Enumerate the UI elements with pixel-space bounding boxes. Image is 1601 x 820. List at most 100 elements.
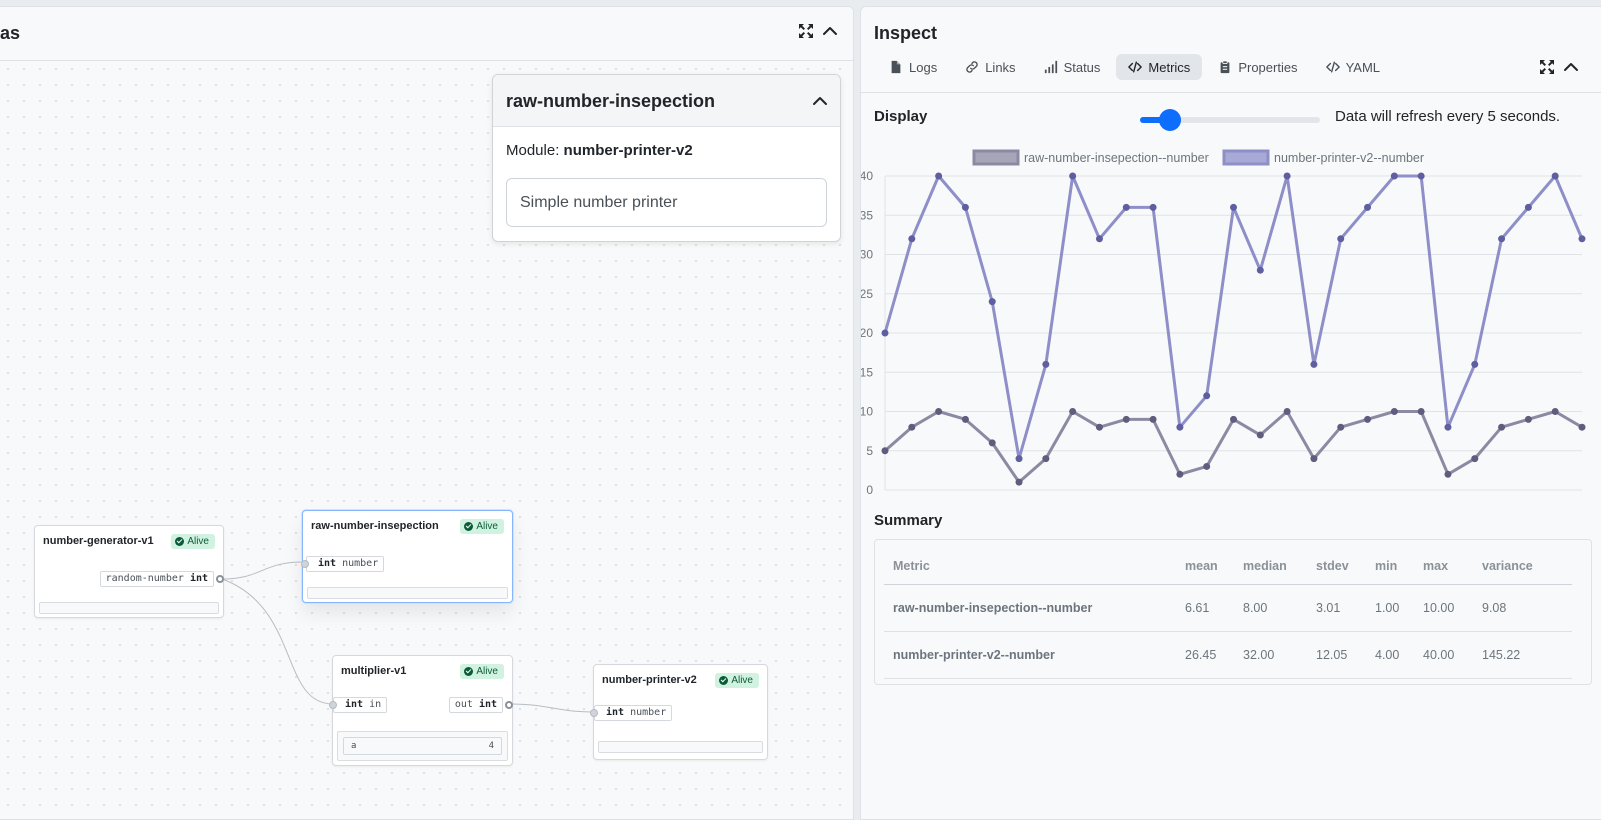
data-point — [935, 172, 943, 180]
status-label: Alive — [731, 675, 753, 686]
port-type: int — [478, 699, 497, 710]
check-circle-icon — [464, 667, 474, 676]
tab-logs[interactable]: Logs — [877, 54, 949, 80]
data-point — [1283, 408, 1291, 415]
metric-name: number-printer-v2--number — [884, 631, 1176, 679]
input-handle[interactable] — [329, 701, 337, 709]
node-footer — [598, 741, 763, 753]
table-cell: 145.22 — [1473, 631, 1572, 679]
check-circle-icon — [719, 676, 729, 685]
link-icon — [966, 61, 978, 73]
popup-module: Module: number-printer-v2 — [506, 142, 693, 159]
status-label: Alive — [187, 536, 209, 547]
module-name: number-printer-v2 — [563, 142, 693, 159]
table-row: raw-number-insepection--number 6.61 8.00… — [884, 584, 1572, 632]
chevron-up-icon[interactable] — [822, 23, 838, 39]
data-point — [1417, 172, 1425, 180]
y-tick-label: 0 — [866, 483, 873, 497]
input-port-number[interactable]: int number — [594, 705, 673, 721]
table-cell: 9.08 — [1473, 584, 1572, 632]
data-point — [1524, 203, 1532, 211]
input-port-number[interactable]: int number — [306, 556, 385, 572]
node-multiplier[interactable]: multiplier-v1 Alive int in out int a4 — [329, 655, 513, 766]
param-field-a[interactable]: a4 — [343, 737, 502, 755]
popup-title: raw-number-insepection — [506, 91, 716, 111]
input-port-in[interactable]: int in — [333, 697, 388, 713]
chevron-up-icon[interactable] — [1563, 59, 1579, 75]
data-point — [1471, 360, 1479, 368]
data-point — [1256, 266, 1264, 274]
port-type: int — [318, 558, 337, 569]
data-point — [1337, 235, 1345, 243]
input-handle[interactable] — [301, 560, 309, 568]
status-badge: Alive — [171, 534, 215, 549]
data-point — [988, 298, 996, 306]
popup-header: raw-number-insepection — [493, 75, 840, 127]
column-header: variance — [1473, 548, 1572, 585]
data-point — [1498, 235, 1506, 243]
data-point — [1283, 172, 1291, 180]
data-point — [961, 203, 969, 211]
expand-icon[interactable] — [798, 23, 814, 39]
data-point — [1122, 415, 1130, 423]
summary-box: Metric mean median stdev min max varianc… — [874, 539, 1592, 685]
data-point — [881, 447, 889, 455]
refresh-text: Data will refresh every 5 seconds. — [1335, 108, 1561, 125]
output-port-random-number[interactable]: random-number int — [99, 571, 214, 587]
data-point — [1471, 455, 1479, 463]
output-handle[interactable] — [216, 575, 224, 583]
data-point — [1364, 415, 1372, 423]
output-handle[interactable] — [505, 701, 513, 709]
data-point — [1230, 203, 1237, 211]
tab-metrics[interactable]: Metrics — [1116, 54, 1203, 80]
table-cell: 32.00 — [1234, 631, 1307, 679]
expand-icon[interactable] — [1539, 59, 1555, 75]
tab-properties[interactable]: Properties — [1206, 54, 1309, 80]
description-field[interactable] — [506, 178, 827, 227]
data-point — [1069, 408, 1077, 415]
tab-yaml[interactable]: YAML — [1314, 54, 1392, 80]
node-title: number-printer-v2 — [602, 674, 697, 686]
data-point — [1364, 203, 1372, 211]
canvas-header: vas — [0, 7, 853, 61]
data-point — [961, 415, 969, 423]
check-circle-icon — [175, 537, 185, 546]
node-raw-number-insepection[interactable]: raw-number-insepection Alive int number — [301, 510, 513, 603]
refresh-interval-slider[interactable] — [1140, 109, 1320, 131]
node-details-popup: raw-number-insepection Module: number-pr… — [492, 74, 841, 242]
chevron-up-icon[interactable] — [812, 93, 828, 109]
canvas-title: vas — [0, 23, 21, 43]
data-point — [988, 439, 996, 447]
tab-label: Properties — [1238, 59, 1298, 75]
y-tick-label: 5 — [866, 444, 873, 458]
node-number-printer[interactable]: number-printer-v2 Alive int number — [590, 664, 768, 760]
param-value: 4 — [488, 741, 494, 751]
tab-status[interactable]: Status — [1032, 54, 1113, 80]
display-label: Display — [874, 108, 928, 125]
status-label: Alive — [476, 521, 498, 532]
tab-links[interactable]: Links — [953, 54, 1027, 80]
data-point — [935, 408, 943, 415]
y-tick-label: 10 — [861, 405, 873, 419]
slider-thumb[interactable] — [1159, 109, 1181, 131]
check-circle-icon — [464, 522, 474, 531]
table-cell: 26.45 — [1176, 631, 1234, 679]
y-tick-label: 40 — [861, 169, 873, 183]
tab-label: Metrics — [1148, 59, 1191, 75]
node-number-generator[interactable]: number-generator-v1 Alive random-number … — [34, 525, 224, 618]
output-port-out[interactable]: out int — [448, 697, 503, 713]
column-header: mean — [1176, 548, 1234, 585]
node-title: raw-number-insepection — [311, 520, 439, 532]
y-tick-label: 15 — [861, 365, 873, 379]
data-point — [1176, 423, 1184, 431]
data-point — [1337, 423, 1345, 431]
data-point — [1203, 392, 1211, 400]
data-point — [1042, 360, 1050, 368]
data-point — [1444, 423, 1452, 431]
param-name: a — [351, 741, 357, 751]
legend-label: raw-number-insepection--number — [1024, 151, 1209, 165]
data-point — [1310, 360, 1318, 368]
table-cell: 8.00 — [1234, 584, 1307, 632]
input-handle[interactable] — [590, 709, 598, 717]
table-cell: 12.05 — [1307, 631, 1366, 679]
